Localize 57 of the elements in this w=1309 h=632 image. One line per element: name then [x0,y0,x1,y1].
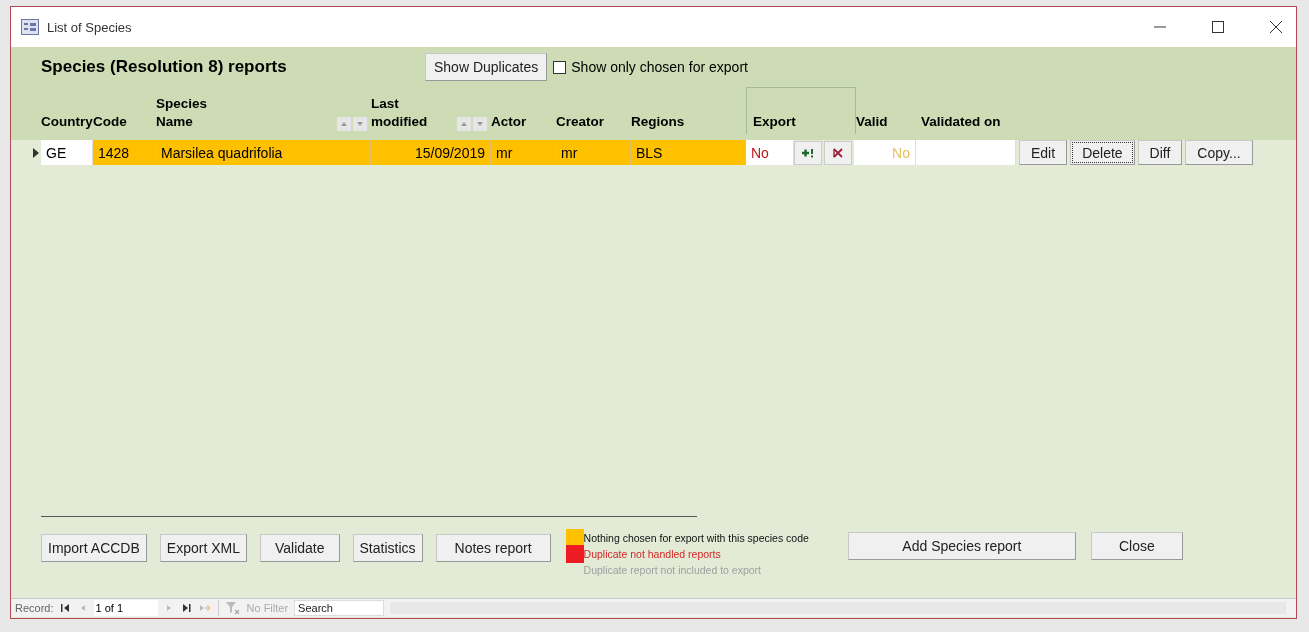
table-cell: BLS [631,140,746,165]
table-cell: GE [41,140,93,165]
window-title: List of Species [47,19,132,35]
close-button[interactable]: Close [1090,532,1183,560]
maximize-icon[interactable] [1212,21,1224,33]
column-header: Valid [856,113,889,131]
add-species-button[interactable]: Add Species report [847,532,1076,560]
column-header: Last [371,95,400,113]
column-header: Creator [556,113,605,131]
include-export-button[interactable] [794,140,822,165]
table-cell: 15/09/2019 [371,140,491,165]
row-button[interactable]: Delete [1070,140,1135,165]
row-button[interactable]: Edit [1019,140,1068,165]
action-button[interactable]: Import ACCDB [41,534,147,562]
first-record-icon[interactable] [59,603,72,613]
table-cell: mr [491,140,556,165]
column-header: Name [156,113,194,131]
legend-text: Duplicate report not included to export [583,564,762,576]
table-cell: No [854,140,916,165]
search-field[interactable]: Search [294,600,385,616]
show-duplicates-button[interactable]: Show Duplicates [425,53,548,81]
current-record-icon [33,147,39,158]
legend-text: Duplicate not handled reports [583,548,721,560]
action-button[interactable]: Statistics [352,534,423,562]
column-header: Validated on [921,113,1002,131]
form-icon [21,19,39,35]
sort-down-icon[interactable] [473,117,487,131]
export-filter-checkbox[interactable] [553,60,567,74]
table-cell: No [746,140,794,165]
table-cell: mr [556,140,631,165]
column-header: Export [753,113,797,131]
cross-icon [832,147,844,158]
column-header: Regions [631,113,686,131]
new-record-icon[interactable] [197,603,212,613]
sort-up-icon[interactable] [457,117,471,131]
column-header: Species [156,95,209,113]
legend-text: Nothing chosen for export with this species code [583,532,809,544]
column-header: Code [93,113,128,131]
row-button[interactable]: Diff [1137,140,1183,165]
action-button[interactable]: Export XML [159,534,247,562]
table-cell: Marsilea quadrifolia [156,140,371,165]
close-icon[interactable] [1270,21,1282,33]
action-button[interactable]: Validate [259,534,340,562]
record-position-field[interactable]: 1 of 1 [93,600,158,616]
checkbox-label: Show only chosen for export [571,59,748,75]
sort-down-icon[interactable] [353,117,367,131]
row-button[interactable]: Copy... [1185,140,1253,165]
action-button[interactable]: Notes report [435,534,551,562]
column-header: Actor [491,113,528,131]
exclude-export-button[interactable] [824,140,852,165]
filter-icon[interactable] [224,601,241,615]
record-label: Record: [15,602,54,614]
sort-up-icon[interactable] [337,117,351,131]
form-title: Species (Resolution 8) reports [41,57,288,77]
table-cell: 1428 [93,140,156,165]
plus-icon [801,147,815,158]
column-header: modified [371,113,429,131]
